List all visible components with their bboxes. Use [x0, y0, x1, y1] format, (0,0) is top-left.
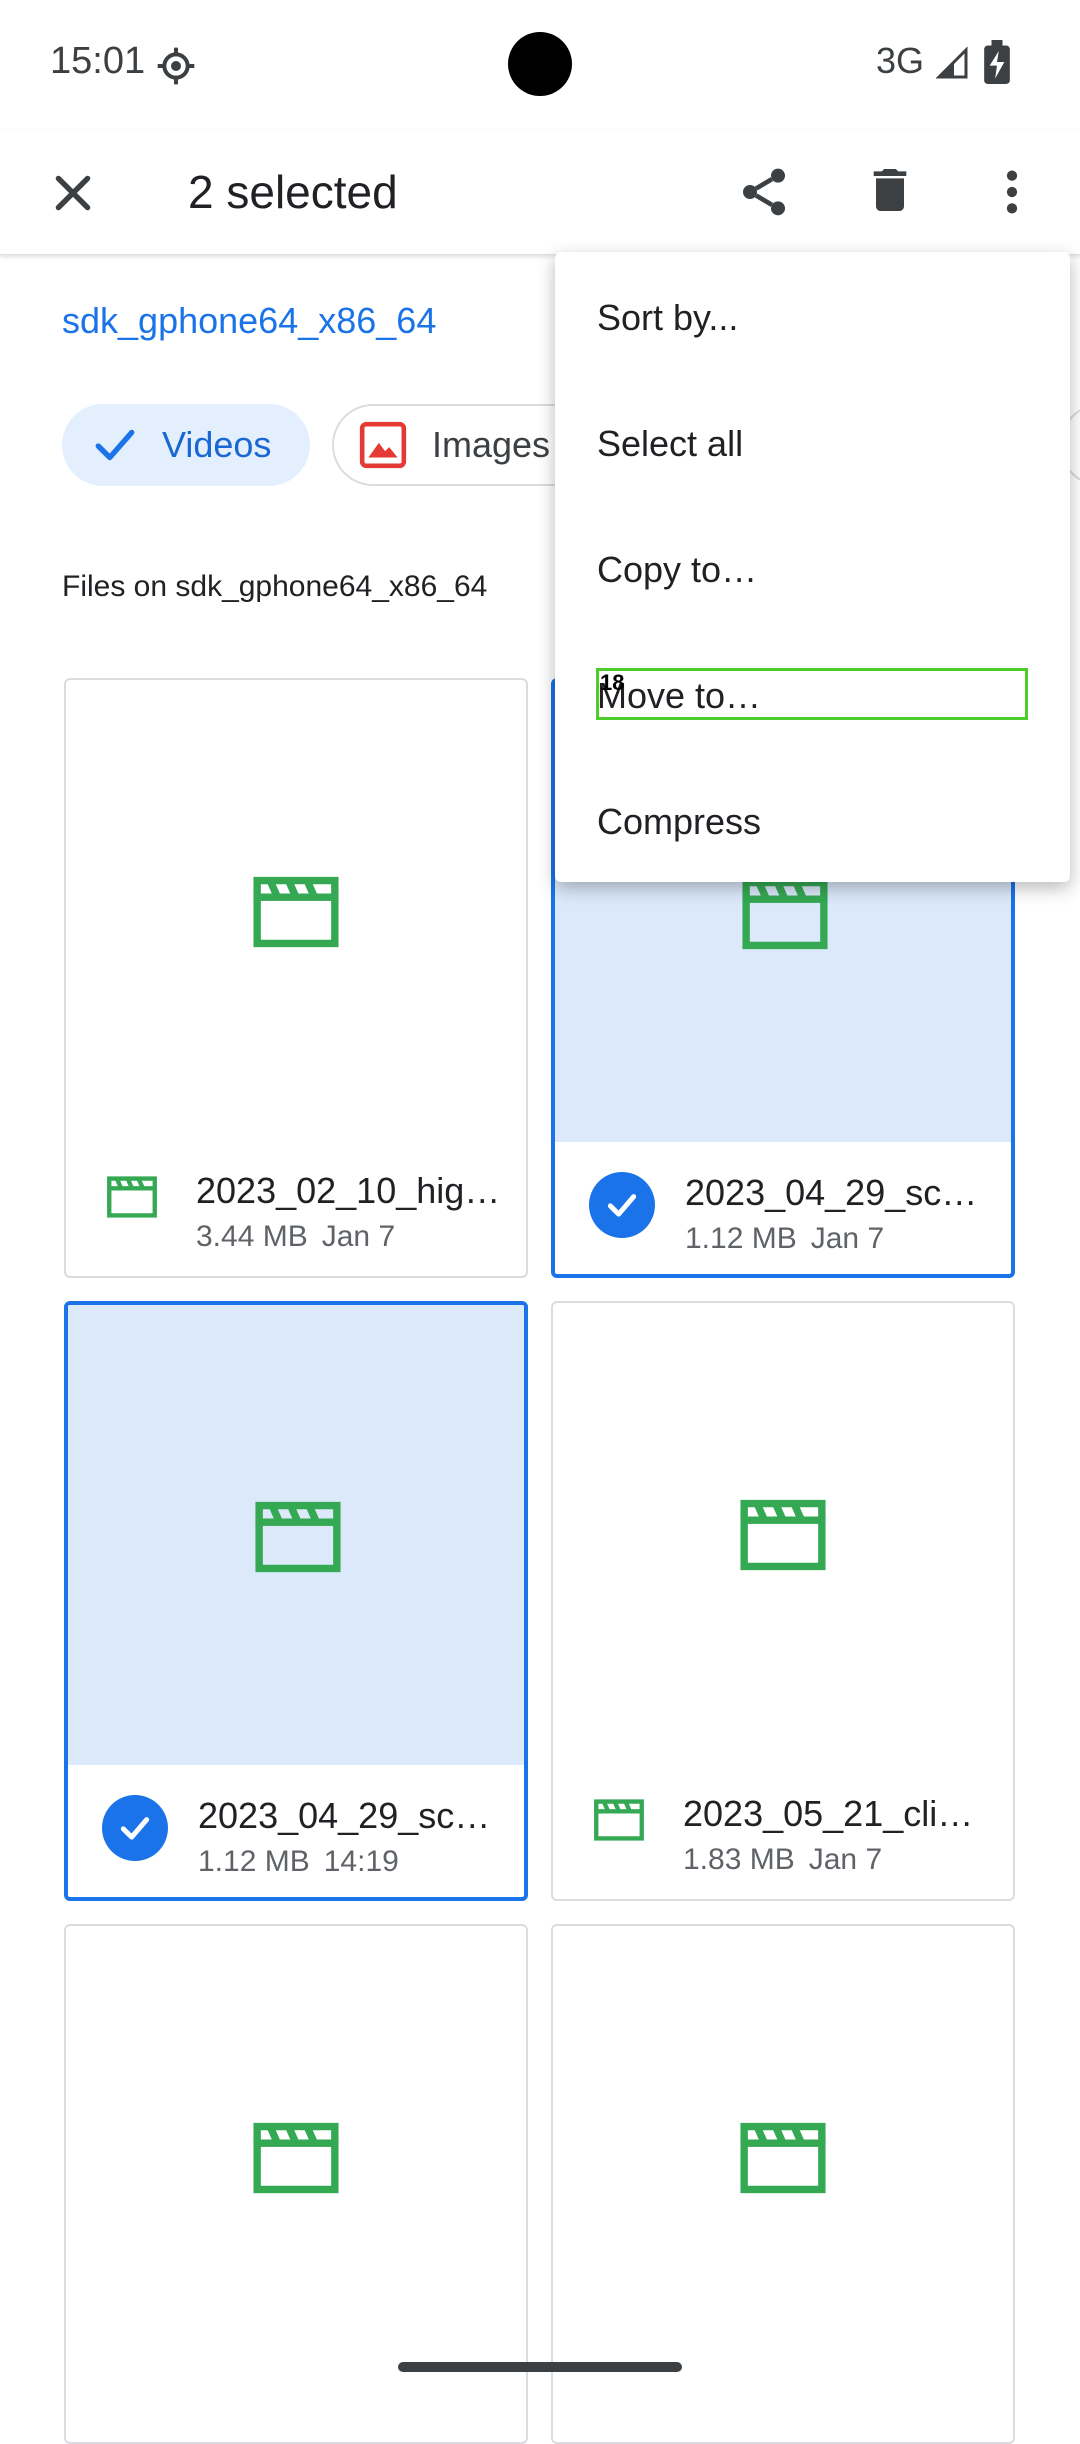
selected-check-icon[interactable] [589, 1172, 655, 1238]
file-meta: 1.83 MB Jan 7 [683, 1843, 882, 1877]
menu-item-select-all[interactable]: Select all [597, 423, 743, 465]
file-date: Jan 7 [808, 1843, 883, 1876]
selected-check-icon[interactable] [102, 1795, 168, 1861]
video-clapper-icon [255, 1501, 341, 1573]
file-meta: 3.44 MB Jan 7 [196, 1220, 395, 1254]
file-name: 2023_04_29_sc… [685, 1172, 978, 1213]
highlight-label: 18 [600, 670, 625, 695]
signal-icon [936, 46, 968, 79]
highlight-box [596, 668, 1028, 720]
video-clapper-icon [740, 2122, 826, 2194]
file-name: 2023_05_21_cli… [683, 1793, 974, 1834]
file-size: 1.12 MB [198, 1845, 310, 1878]
file-date: Jan 7 [321, 1220, 396, 1253]
storage-root-link[interactable]: sdk_gphone64_x86_64 [62, 300, 436, 342]
file-card[interactable]: 2023_02_10_hig… 3.44 MB Jan 7 [64, 678, 528, 1278]
overflow-menu: Sort by... Select all Copy to… Move to… … [555, 252, 1070, 882]
settings-gear-icon [157, 47, 195, 85]
close-icon[interactable] [48, 168, 98, 218]
status-time: 15:01 [50, 40, 146, 82]
image-icon [359, 421, 407, 469]
video-file-icon [594, 1799, 644, 1841]
file-name: 2023_02_10_hig… [196, 1170, 501, 1211]
section-title: Files on sdk_gphone64_x86_64 [62, 570, 488, 603]
video-clapper-icon [740, 1499, 826, 1571]
gesture-nav-handle[interactable] [398, 2362, 682, 2372]
selection-count-title: 2 selected [188, 166, 398, 218]
file-card[interactable]: 2023_05_21_cli… 1.83 MB Jan 7 [551, 1301, 1015, 1901]
delete-icon[interactable] [862, 162, 918, 218]
chip-label-images: Images [432, 424, 551, 465]
file-date: Jan 7 [810, 1222, 885, 1255]
video-clapper-icon [253, 2122, 339, 2194]
menu-item-compress[interactable]: Compress [597, 801, 761, 843]
file-size: 1.12 MB [685, 1222, 797, 1255]
file-card[interactable]: 2023_04_29_sc… 1.12 MB 14:19 [64, 1301, 528, 1901]
share-icon[interactable] [736, 164, 792, 220]
file-date: 14:19 [323, 1845, 399, 1878]
checkmark-icon [95, 429, 135, 461]
video-clapper-icon [742, 878, 828, 950]
battery-icon [984, 40, 1010, 84]
chip-label-videos: Videos [162, 424, 272, 465]
video-file-icon [107, 1176, 157, 1218]
file-meta: 1.12 MB 14:19 [198, 1845, 399, 1879]
file-name: 2023_04_29_sc… [198, 1795, 491, 1836]
file-meta: 1.12 MB Jan 7 [685, 1222, 884, 1256]
filter-chip-videos[interactable]: Videos [62, 404, 310, 486]
front-camera [508, 32, 572, 96]
video-clapper-icon [253, 876, 339, 948]
more-options-icon[interactable] [984, 164, 1040, 220]
selection-action-bar [0, 130, 1080, 255]
menu-item-copy-to[interactable]: Copy to… [597, 549, 757, 591]
file-size: 1.83 MB [683, 1843, 795, 1876]
menu-item-sort-by[interactable]: Sort by... [597, 297, 738, 339]
network-type: 3G [876, 40, 925, 81]
file-size: 3.44 MB [196, 1220, 308, 1253]
